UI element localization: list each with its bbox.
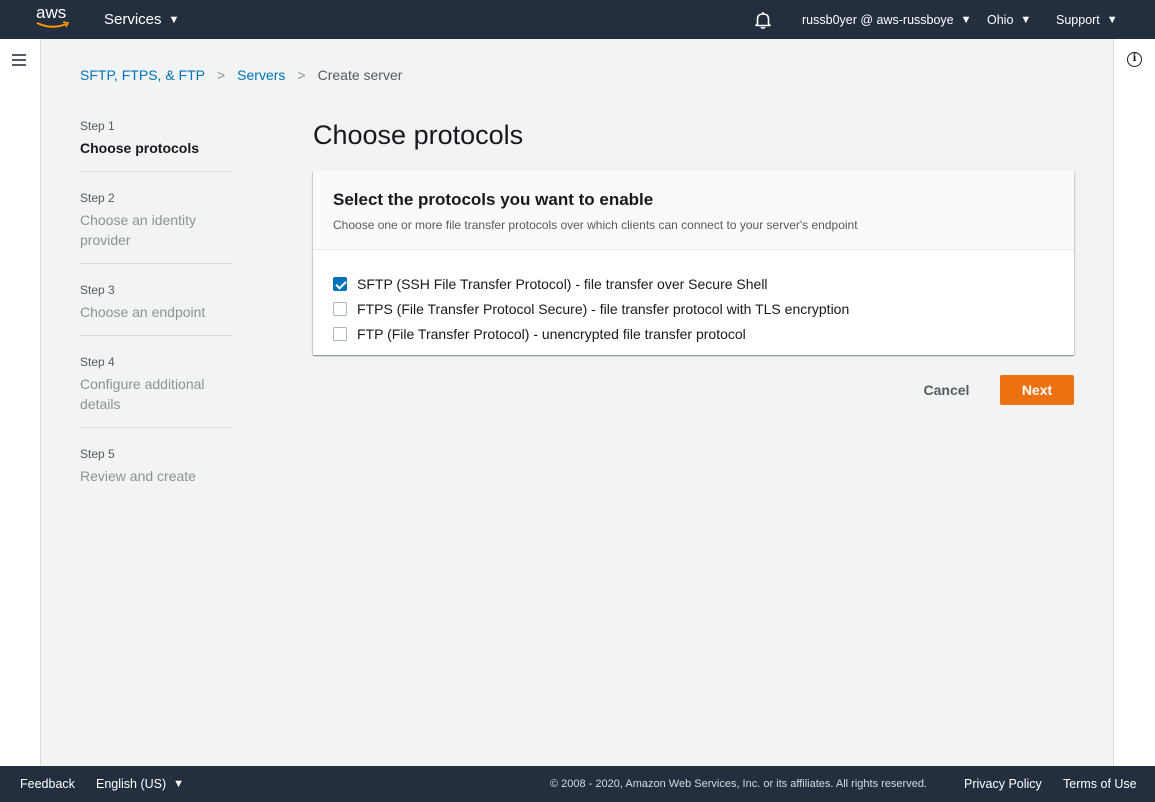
protocol-option-ftps[interactable]: FTPS (File Transfer Protocol Secure) - f… <box>333 296 1054 321</box>
next-button[interactable]: Next <box>1000 375 1074 405</box>
region-label: Ohio <box>987 12 1014 27</box>
aws-smile-icon <box>36 21 70 28</box>
protocol-label: FTPS (File Transfer Protocol Secure) - f… <box>357 300 850 317</box>
support-label: Support <box>1056 12 1100 27</box>
services-menu[interactable]: Services ▼ <box>104 0 179 39</box>
aws-logo[interactable]: aws <box>36 4 72 34</box>
protocol-label: FTP (File Transfer Protocol) - unencrypt… <box>357 325 746 342</box>
feedback-link[interactable]: Feedback <box>20 766 75 802</box>
wizard-step-1: Step 1 Choose protocols <box>80 118 233 172</box>
copyright-text: © 2008 - 2020, Amazon Web Services, Inc.… <box>550 778 927 790</box>
aws-logo-text: aws <box>36 3 67 22</box>
caret-down-icon: ▼ <box>1020 13 1032 26</box>
breadcrumb-link-servers[interactable]: Servers <box>237 67 285 83</box>
chevron-right-icon: > <box>297 67 306 83</box>
info-icon[interactable]: i <box>1127 52 1142 67</box>
footer: Feedback English (US) ▼ © 2008 - 2020, A… <box>0 766 1155 802</box>
panel-header: Select the protocols you want to enable … <box>313 171 1074 250</box>
notifications-button[interactable] <box>753 0 773 39</box>
step-label: Choose an identity provider <box>80 212 196 248</box>
protocols-panel: Select the protocols you want to enable … <box>313 171 1074 355</box>
step-label: Configure additional details <box>80 376 205 412</box>
panel-body: SFTP (SSH File Transfer Protocol) - file… <box>313 250 1074 346</box>
terms-of-use-link[interactable]: Terms of Use <box>1063 766 1137 802</box>
region-menu[interactable]: Ohio ▼ <box>987 0 1031 39</box>
wizard-step-3: Step 3 Choose an endpoint <box>80 264 233 336</box>
breadcrumb-link-sftp[interactable]: SFTP, FTPS, & FTP <box>80 67 205 83</box>
protocol-option-sftp[interactable]: SFTP (SSH File Transfer Protocol) - file… <box>333 271 1054 296</box>
ftps-checkbox[interactable] <box>333 301 347 316</box>
privacy-policy-link[interactable]: Privacy Policy <box>964 766 1042 802</box>
caret-down-icon: ▼ <box>168 13 180 26</box>
protocol-option-ftp[interactable]: FTP (File Transfer Protocol) - unencrypt… <box>333 321 1054 346</box>
menu-icon[interactable] <box>12 54 26 66</box>
sftp-checkbox[interactable] <box>333 276 347 291</box>
support-menu[interactable]: Support ▼ <box>1056 0 1118 39</box>
language-label: English (US) <box>96 777 167 791</box>
left-rail <box>0 39 41 766</box>
right-rail: i <box>1113 39 1155 766</box>
caret-down-icon: ▼ <box>960 13 972 26</box>
caret-down-icon: ▼ <box>1106 13 1118 26</box>
top-navigation: aws Services ▼ russb0yer @ aws-russboye … <box>0 0 1155 39</box>
cancel-button[interactable]: Cancel <box>909 375 984 405</box>
account-label: russb0yer @ aws-russboye <box>802 12 954 27</box>
step-number: Step 5 <box>80 447 115 461</box>
services-label: Services <box>104 11 162 28</box>
wizard-step-5: Step 5 Review and create <box>80 428 233 486</box>
step-number: Step 3 <box>80 283 115 297</box>
page-title: Choose protocols <box>313 120 524 150</box>
caret-down-icon: ▼ <box>173 778 185 790</box>
breadcrumb-current: Create server <box>317 67 403 83</box>
protocol-label: SFTP (SSH File Transfer Protocol) - file… <box>357 275 768 292</box>
account-menu[interactable]: russb0yer @ aws-russboye ▼ <box>802 0 972 39</box>
panel-description: Choose one or more file transfer protoco… <box>333 218 858 232</box>
step-number: Step 4 <box>80 355 115 369</box>
wizard-steps: Step 1 Choose protocols Step 2 Choose an… <box>80 118 233 486</box>
step-number: Step 2 <box>80 191 115 205</box>
step-label: Choose protocols <box>80 140 200 156</box>
step-label: Choose an endpoint <box>80 304 206 320</box>
bell-icon <box>755 11 771 29</box>
wizard-step-4: Step 4 Configure additional details <box>80 336 233 428</box>
panel-title: Select the protocols you want to enable <box>333 190 654 209</box>
language-selector[interactable]: English (US) ▼ <box>96 766 184 802</box>
chevron-right-icon: > <box>216 67 226 83</box>
breadcrumb: SFTP, FTPS, & FTP > Servers > Create ser… <box>80 66 402 84</box>
step-number: Step 1 <box>80 119 115 133</box>
wizard-step-2: Step 2 Choose an identity provider <box>80 172 233 264</box>
step-label: Review and create <box>80 468 196 484</box>
ftp-checkbox[interactable] <box>333 326 347 341</box>
